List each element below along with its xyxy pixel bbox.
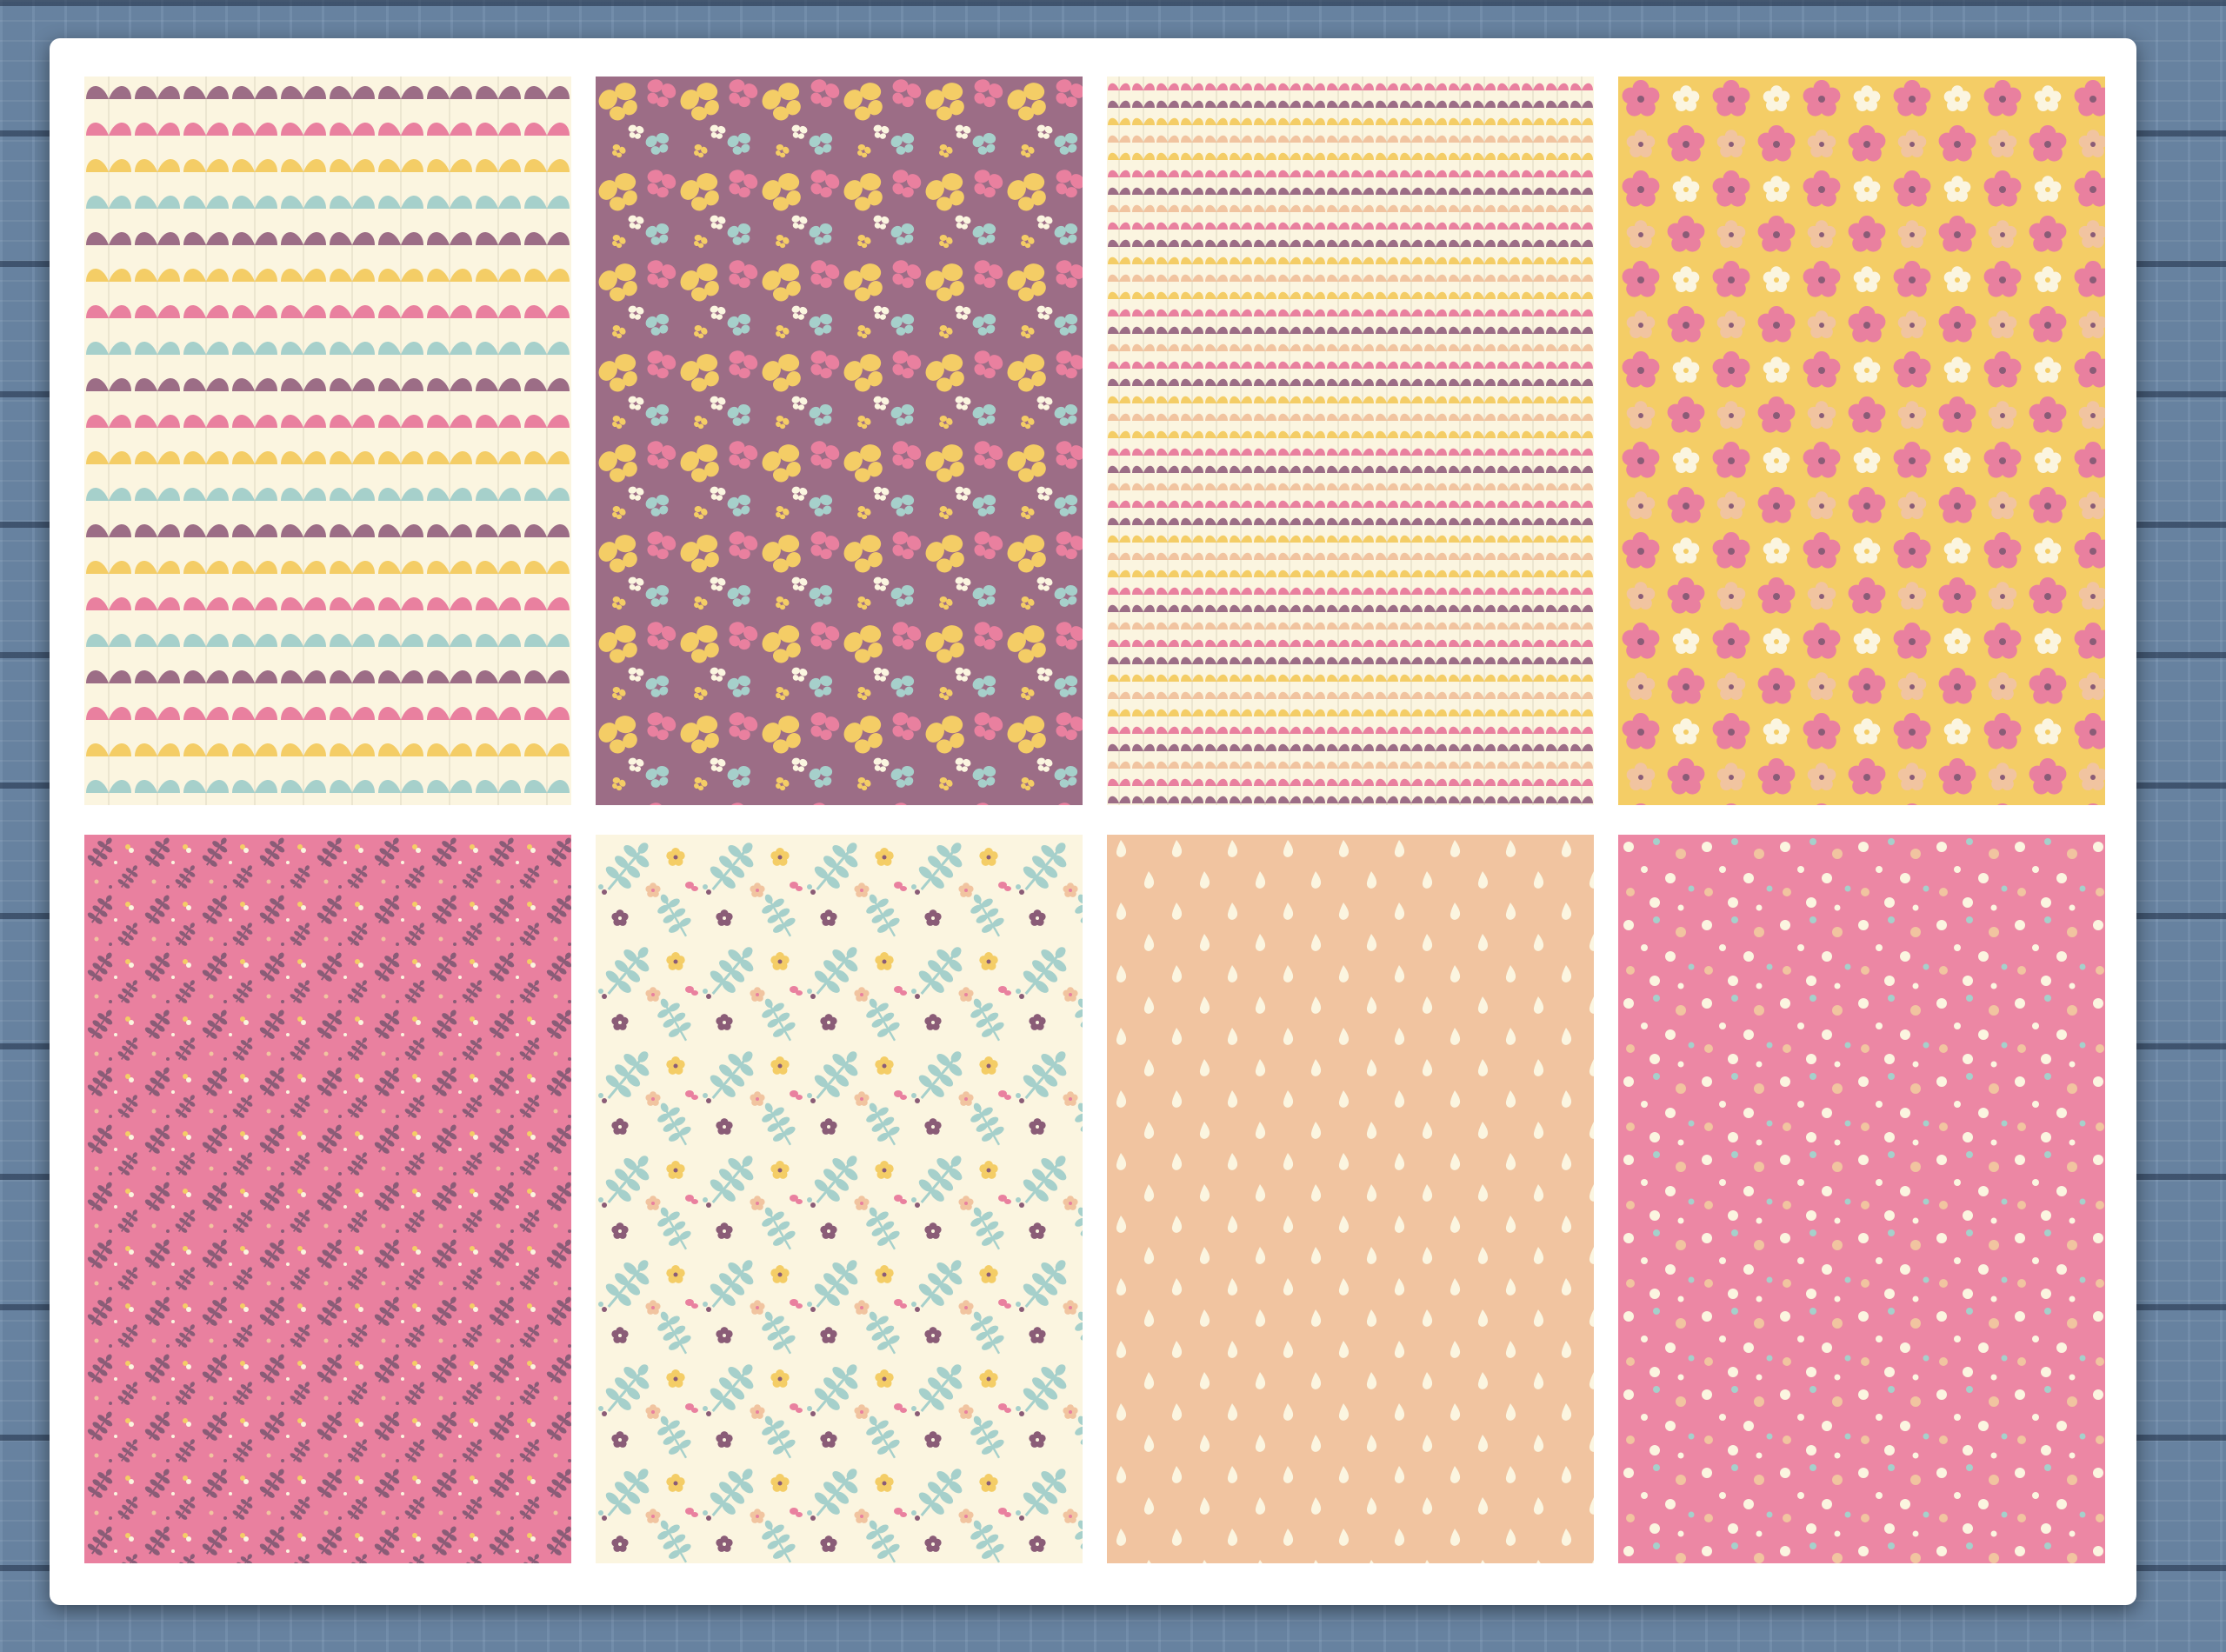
- pattern-tile-butterflies[interactable]: [596, 77, 1083, 805]
- butterflies-pattern: [596, 77, 1083, 805]
- pattern-tile-flowers[interactable]: [1618, 77, 2105, 805]
- pattern-tile-polka-dots[interactable]: [1618, 835, 2105, 1563]
- small-leaf-rows-pattern: [1107, 77, 1594, 805]
- pattern-tile-botanical[interactable]: [596, 835, 1083, 1563]
- pattern-tile-small-leaf-rows[interactable]: [1107, 77, 1594, 805]
- polka-dots-pattern: [1618, 835, 2105, 1563]
- leaf-rows-pattern: [84, 77, 571, 805]
- sprigs-pattern: [84, 835, 571, 1563]
- raindrops-pattern: [1107, 835, 1594, 1563]
- pattern-tile-leaf-rows[interactable]: [84, 77, 571, 805]
- botanical-pattern: [596, 835, 1083, 1563]
- pattern-board: [50, 38, 2136, 1605]
- pattern-tile-raindrops[interactable]: [1107, 835, 1594, 1563]
- pattern-tile-sprigs[interactable]: [84, 835, 571, 1563]
- flowers-pattern: [1618, 77, 2105, 805]
